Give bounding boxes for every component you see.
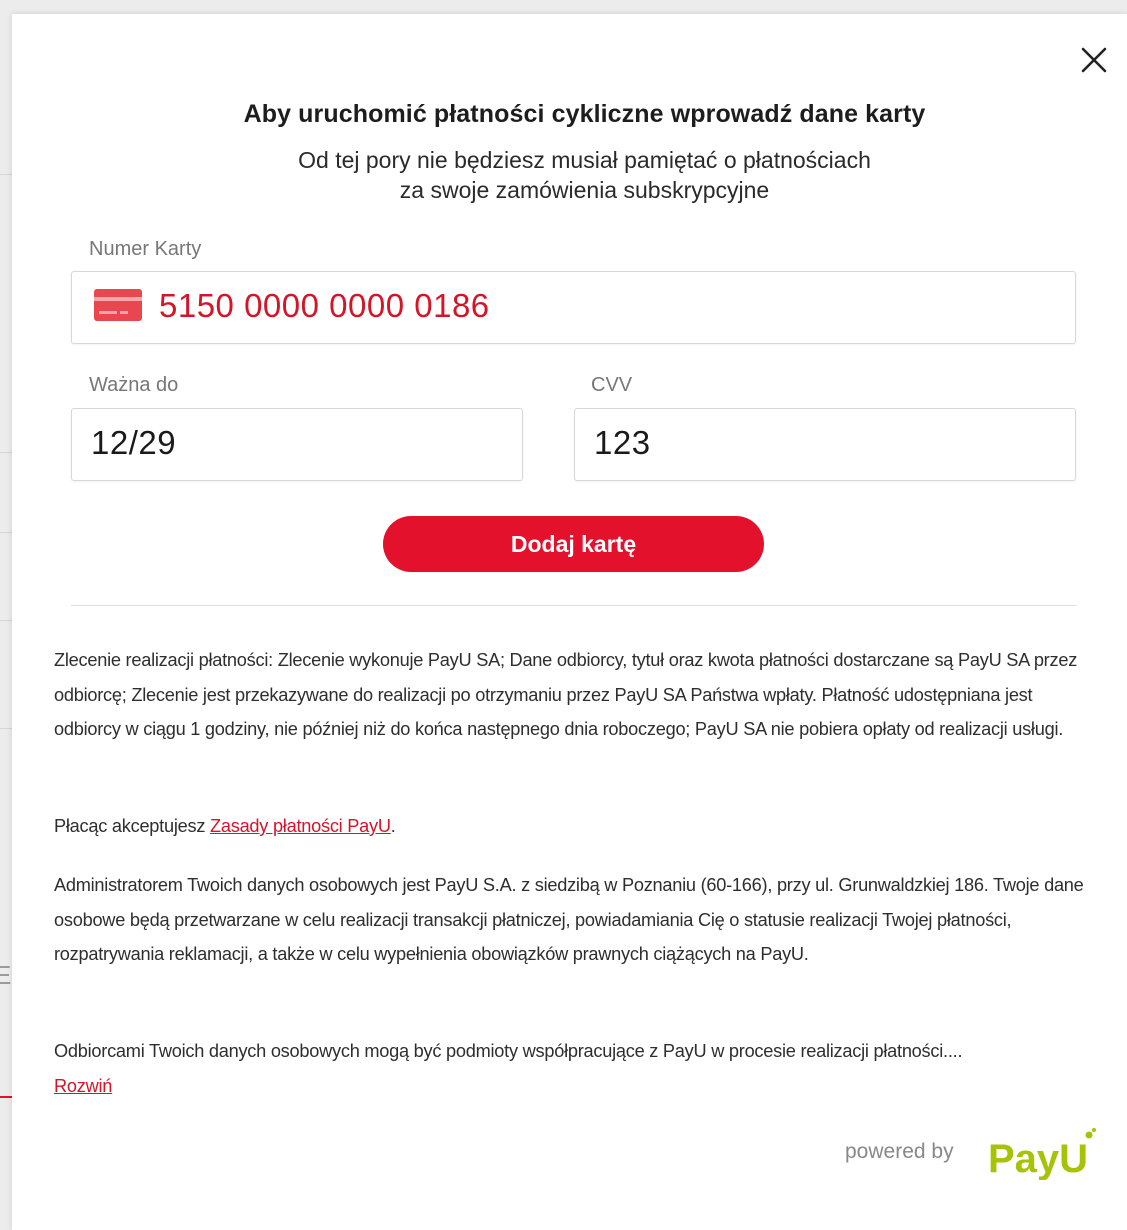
credit-card-icon	[94, 289, 142, 321]
modal-subtitle: Od tej pory nie będziesz musiał pamiętać…	[12, 145, 1127, 205]
background-divider	[0, 728, 12, 729]
legal-paragraph-data-admin: Administratorem Twoich danych osobowych …	[54, 875, 1084, 964]
background-divider	[0, 452, 12, 453]
close-button[interactable]	[1079, 45, 1109, 75]
background-divider	[0, 174, 12, 175]
payu-logo: PayU	[988, 1128, 1096, 1180]
subtitle-line: za swoje zamówienia subskrypcyjne	[399, 177, 770, 203]
background-divider	[0, 620, 12, 621]
expand-link[interactable]: Rozwiń	[54, 1076, 112, 1096]
card-number-value: 5150 0000 0000 0186	[159, 287, 490, 324]
legal-paragraph-data-recipients: Odbiorcami Twoich danych osobowych mogą …	[54, 1034, 1099, 1103]
expiry-field[interactable]: 12/29	[71, 408, 523, 481]
cvv-label: CVV	[591, 374, 633, 396]
expiry-value: 12/29	[91, 424, 177, 461]
payment-terms-link[interactable]: Zasady płatności PayU	[210, 816, 391, 836]
legal-paragraph-terms: Płacąc akceptujesz Zasady płatności PayU…	[54, 809, 1099, 844]
background-divider	[0, 532, 12, 533]
section-divider	[71, 605, 1077, 606]
cvv-field[interactable]: 123	[574, 408, 1076, 481]
terms-prefix: Płacąc akceptujesz	[54, 816, 210, 836]
card-number-field[interactable]: 5150 0000 0000 0186	[71, 271, 1076, 344]
add-card-button[interactable]: Dodaj kartę	[383, 516, 764, 572]
legal-paragraph-payment-order: Zlecenie realizacji płatności: Zlecenie …	[54, 650, 1078, 739]
subtitle-line: Od tej pory nie będziesz musiał pamiętać…	[298, 147, 871, 173]
background-text-fragment: E	[0, 960, 12, 990]
powered-by-text: powered by	[845, 1140, 954, 1163]
cvv-value: 123	[594, 424, 651, 461]
payu-logo-text: PayU	[988, 1137, 1088, 1180]
data-recipients-text: Odbiorcami Twoich danych osobowych mogą …	[54, 1041, 963, 1061]
expiry-label: Ważna do	[89, 374, 179, 396]
terms-suffix: .	[390, 816, 396, 836]
background-accent-line	[0, 1096, 12, 1098]
card-number-label: Numer Karty	[89, 238, 202, 260]
modal-title: Aby uruchomić płatności cykliczne wprowa…	[243, 100, 926, 128]
close-icon	[1081, 47, 1107, 73]
